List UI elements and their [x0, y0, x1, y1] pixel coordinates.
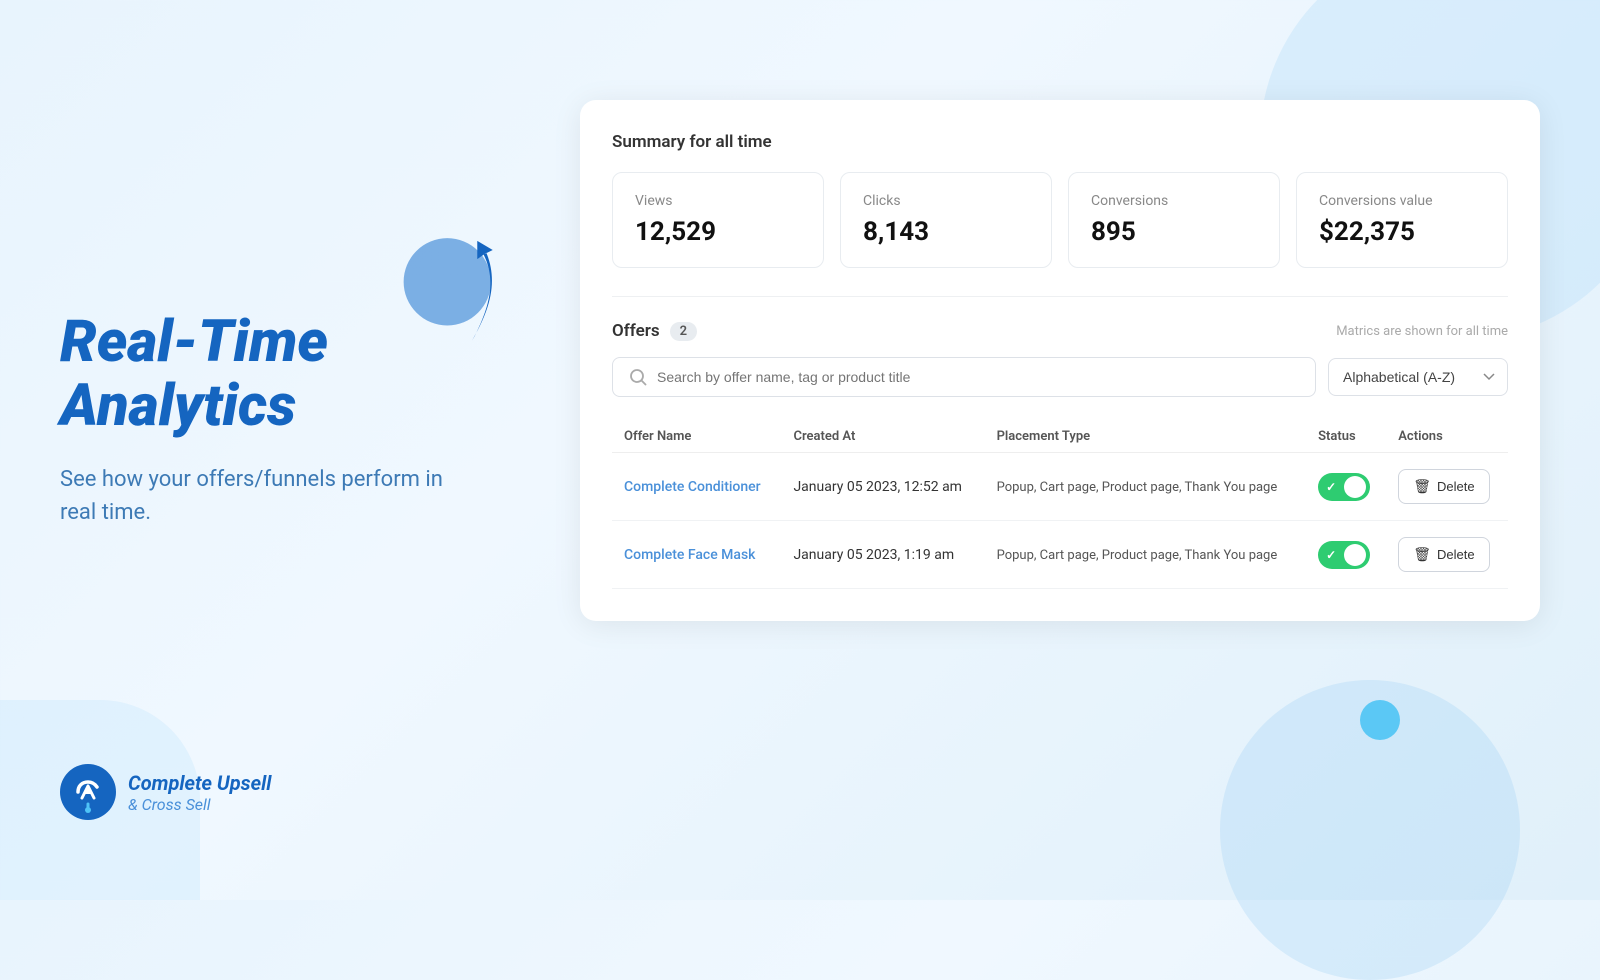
stat-views-value: 12,529 [635, 217, 801, 247]
stats-row: Views 12,529 Clicks 8,143 Conversions 89… [612, 172, 1508, 268]
summary-section: Summary for all time Views 12,529 Clicks… [612, 132, 1508, 268]
logo-text: Complete Upsell & Cross Sell [128, 771, 271, 814]
stat-conv-value-label: Conversions value [1319, 193, 1485, 209]
offers-header: Offers 2 Matrics are shown for all time [612, 321, 1508, 341]
trash-icon-2: 🗑 [1413, 546, 1431, 563]
delete-label-2: Delete [1437, 547, 1475, 562]
offer-name-1[interactable]: Complete Conditioner [612, 453, 781, 521]
col-actions: Actions [1386, 421, 1508, 453]
toggle-slider-1: ✓ [1318, 473, 1370, 501]
stat-clicks-label: Clicks [863, 193, 1029, 209]
main-card: Summary for all time Views 12,529 Clicks… [580, 100, 1540, 621]
arrow-svg [390, 200, 550, 400]
search-sort-row: Alphabetical (A-Z) [612, 357, 1508, 397]
offers-title-row: Offers 2 [612, 321, 697, 341]
toggle-2[interactable]: ✓ [1318, 541, 1370, 569]
offer-placement-1: Popup, Cart page, Product page, Thank Yo… [985, 453, 1306, 521]
col-placement: Placement Type [985, 421, 1306, 453]
col-status: Status [1306, 421, 1386, 453]
col-created-at: Created At [781, 421, 984, 453]
sort-select[interactable]: Alphabetical (A-Z) [1328, 358, 1508, 396]
stat-clicks: Clicks 8,143 [840, 172, 1052, 268]
offers-title: Offers [612, 321, 660, 341]
bg-dot-accent [1360, 700, 1400, 740]
delete-button-1[interactable]: 🗑 Delete [1398, 469, 1489, 504]
table-row: Complete Conditioner January 05 2023, 12… [612, 453, 1508, 521]
offer-date-1: January 05 2023, 12:52 am [781, 453, 984, 521]
toggle-wrap-2[interactable]: ✓ [1318, 541, 1370, 569]
toggle-1[interactable]: ✓ [1318, 473, 1370, 501]
stat-views: Views 12,529 [612, 172, 824, 268]
stat-views-label: Views [635, 193, 801, 209]
offer-actions-2: 🗑 Delete [1386, 521, 1508, 589]
actions-cell-2: 🗑 Delete [1398, 537, 1496, 572]
hero-subtitle: See how your offers/funnels perform in r… [60, 463, 480, 529]
stat-conversions: Conversions 895 [1068, 172, 1280, 268]
trash-icon-1: 🗑 [1413, 478, 1431, 495]
arrow-decoration [390, 200, 550, 404]
offer-name-link-2[interactable]: Complete Face Mask [624, 547, 755, 563]
table-body: Complete Conditioner January 05 2023, 12… [612, 453, 1508, 589]
offers-table: Offer Name Created At Placement Type Sta… [612, 421, 1508, 589]
stat-conversions-label: Conversions [1091, 193, 1257, 209]
stat-conversions-value: Conversions value $22,375 [1296, 172, 1508, 268]
offers-badge: 2 [670, 322, 697, 341]
col-offer-name: Offer Name [612, 421, 781, 453]
offers-section: Offers 2 Matrics are shown for all time … [612, 296, 1508, 589]
logo-icon [60, 764, 116, 820]
offer-placement-2: Popup, Cart page, Product page, Thank Yo… [985, 521, 1306, 589]
stat-conv-value-num: $22,375 [1319, 217, 1485, 247]
stat-clicks-value: 8,143 [863, 217, 1029, 247]
placement-text-2: Popup, Cart page, Product page, Thank Yo… [997, 548, 1278, 563]
search-input[interactable] [657, 369, 1299, 385]
table-row: Complete Face Mask January 05 2023, 1:19… [612, 521, 1508, 589]
offer-status-2[interactable]: ✓ [1306, 521, 1386, 589]
placement-text-1: Popup, Cart page, Product page, Thank Yo… [997, 480, 1278, 495]
metrics-note: Matrics are shown for all time [1336, 324, 1508, 339]
offer-name-2[interactable]: Complete Face Mask [612, 521, 781, 589]
offer-actions-1: 🗑 Delete [1386, 453, 1508, 521]
delete-label-1: Delete [1437, 479, 1475, 494]
search-box[interactable] [612, 357, 1316, 397]
logo-name: Complete Upsell [128, 771, 271, 795]
table-header: Offer Name Created At Placement Type Sta… [612, 421, 1508, 453]
search-icon [629, 368, 647, 386]
logo-sub: & Cross Sell [128, 795, 271, 814]
offer-name-link-1[interactable]: Complete Conditioner [624, 479, 761, 495]
offer-status-1[interactable]: ✓ [1306, 453, 1386, 521]
toggle-check-2: ✓ [1326, 548, 1336, 562]
toggle-wrap-1[interactable]: ✓ [1318, 473, 1370, 501]
actions-cell-1: 🗑 Delete [1398, 469, 1496, 504]
offer-date-2: January 05 2023, 1:19 am [781, 521, 984, 589]
stat-conversions-value: 895 [1091, 217, 1257, 247]
delete-button-2[interactable]: 🗑 Delete [1398, 537, 1489, 572]
toggle-slider-2: ✓ [1318, 541, 1370, 569]
logo-area: Complete Upsell & Cross Sell [60, 764, 271, 820]
toggle-check-1: ✓ [1326, 480, 1336, 494]
left-panel: Real-Time Analytics See how your offers/… [60, 0, 480, 900]
summary-title: Summary for all time [612, 132, 1508, 152]
